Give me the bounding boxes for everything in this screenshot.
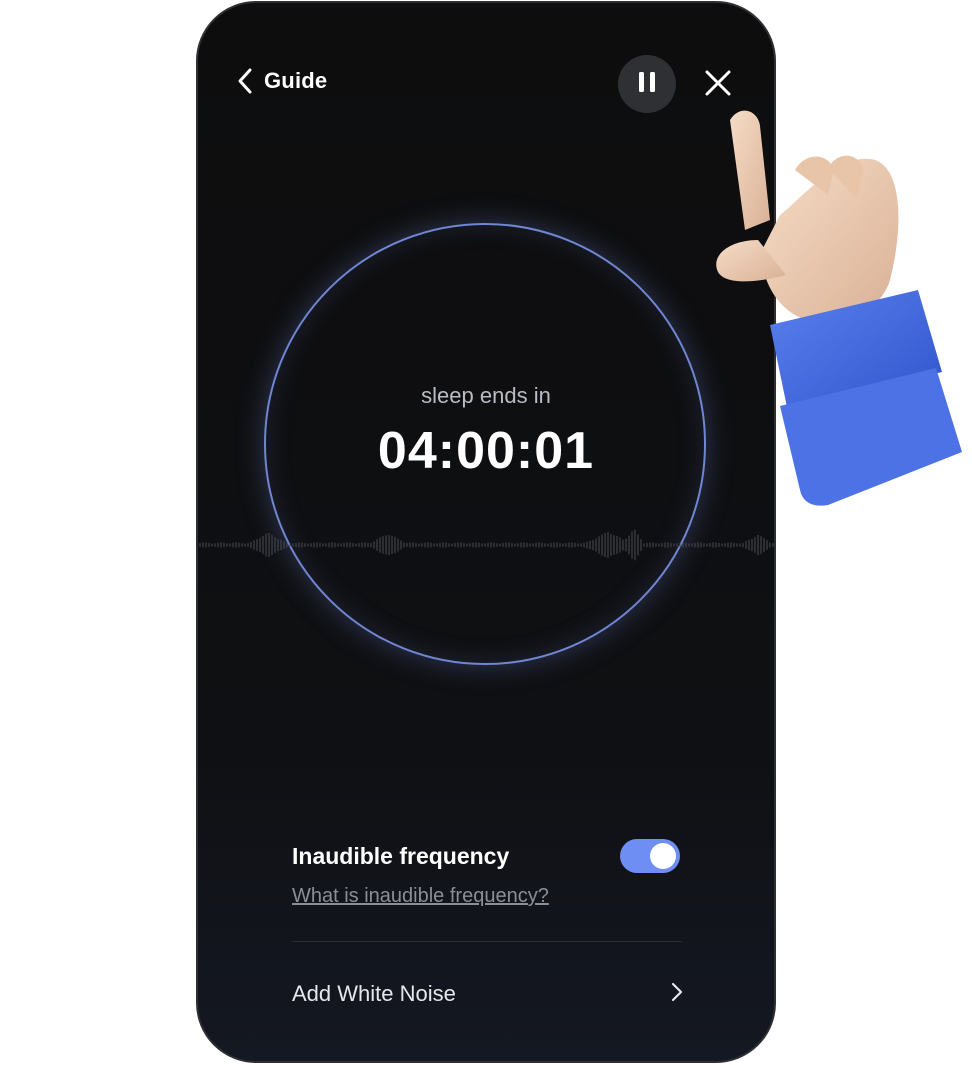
divider xyxy=(292,941,682,942)
timer-value: 04:00:01 xyxy=(377,422,595,480)
close-button[interactable] xyxy=(698,65,738,105)
audio-waveform xyxy=(199,529,774,561)
inaudible-frequency-toggle[interactable] xyxy=(620,839,680,873)
back-label: Guide xyxy=(264,68,328,93)
back-button[interactable]: Guide xyxy=(236,67,327,95)
inaudible-frequency-title: Inaudible frequency xyxy=(292,843,510,869)
pause-button[interactable] xyxy=(618,55,676,113)
stage: Guide sleep ends in 04:00:01 Inaudible f… xyxy=(0,0,972,1065)
inaudible-frequency-help-link[interactable]: What is inaudible frequency? xyxy=(292,885,549,908)
chevron-right-icon xyxy=(670,981,684,1008)
add-white-noise-label: Add White Noise xyxy=(292,981,456,1006)
add-white-noise-row[interactable]: Add White Noise xyxy=(292,971,684,1017)
timer-caption: sleep ends in xyxy=(421,383,551,408)
chevron-left-icon xyxy=(236,67,254,95)
pause-icon xyxy=(637,71,657,98)
phone-screen: Guide sleep ends in 04:00:01 Inaudible f… xyxy=(196,1,776,1063)
toggle-knob xyxy=(650,843,676,869)
close-icon xyxy=(704,69,732,102)
pointing-hand-illustration xyxy=(716,110,962,506)
